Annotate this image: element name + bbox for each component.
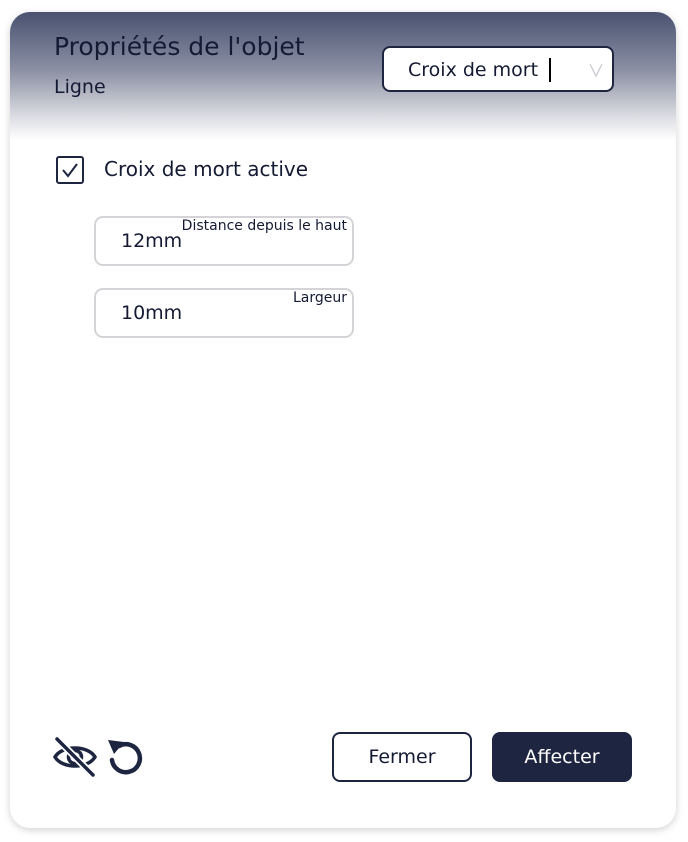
close-button[interactable]: Fermer <box>332 732 472 782</box>
property-type-select-value: Croix de mort <box>408 59 539 81</box>
dialog-header: Propriétés de l'objet Ligne Croix de mor… <box>10 12 676 140</box>
dialog-title: Propriétés de l'objet <box>54 32 305 61</box>
crop-mark-active-label: Croix de mort active <box>104 157 309 181</box>
distance-from-top-label: Distance depuis le haut <box>181 218 347 234</box>
distance-from-top-value: 12mm <box>121 230 183 252</box>
apply-button[interactable]: Affecter <box>492 732 632 782</box>
checkmark-icon <box>62 163 78 178</box>
object-type-subtitle: Ligne <box>54 76 106 98</box>
eye-slash-icon[interactable] <box>52 736 98 782</box>
property-type-select[interactable]: Croix de mort <box>382 46 614 92</box>
chevron-down-icon <box>588 62 604 82</box>
crop-mark-active-checkbox[interactable] <box>56 156 84 184</box>
width-field[interactable]: Largeur 10mm <box>94 288 354 338</box>
undo-icon[interactable] <box>104 736 146 782</box>
width-value: 10mm <box>121 302 183 324</box>
width-label: Largeur <box>292 290 347 306</box>
distance-from-top-field[interactable]: Distance depuis le haut 12mm <box>94 216 354 266</box>
text-cursor <box>549 58 551 82</box>
object-properties-dialog: Propriétés de l'objet Ligne Croix de mor… <box>10 12 676 828</box>
